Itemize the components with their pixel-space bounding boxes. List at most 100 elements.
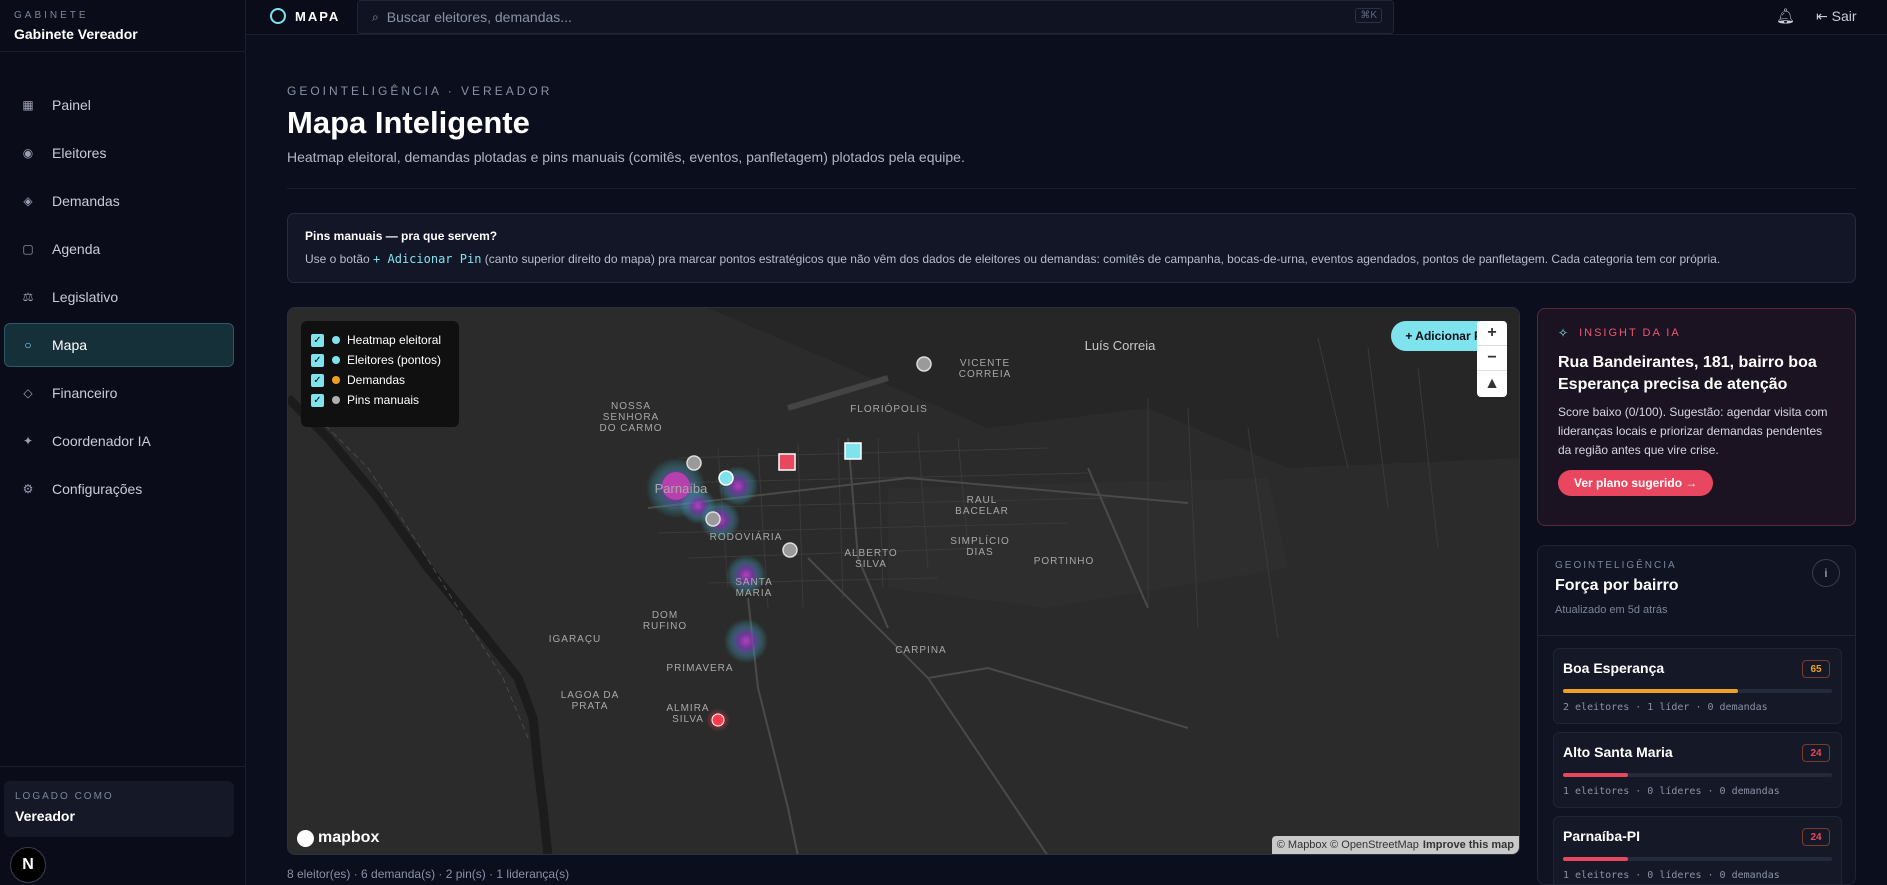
force-header: GEOINTELIGÊNCIA Força por bairro Atualiz…	[1538, 546, 1855, 636]
demand-marker[interactable]	[778, 453, 796, 471]
bell-icon[interactable]: 🔔︎	[1776, 7, 1795, 25]
pin-marker[interactable]	[686, 455, 702, 471]
scale-icon: ⚖	[22, 290, 34, 304]
pin-marker[interactable]	[705, 511, 721, 527]
place-label: NOSSA	[611, 401, 651, 412]
place-label: PORTINHO	[1034, 556, 1095, 567]
force-title: Força por bairro	[1555, 577, 1679, 594]
layer-manual-pins[interactable]: ✓ Pins manuais	[311, 390, 449, 410]
topbar-title-text: MAPA	[295, 8, 341, 24]
place-label: PRATA	[572, 701, 609, 712]
layers-panel: ✓ Heatmap eleitoral ✓ Eleitores (pontos) ✓…	[301, 321, 459, 427]
place-label: BACELAR	[955, 506, 1009, 517]
place-label: RUFINO	[643, 621, 687, 632]
neighborhood-row[interactable]: Parnaíba-PI 24 1 eleitores · 0 líderes ·…	[1553, 816, 1842, 884]
grid-icon: ▦	[22, 98, 34, 112]
sidebar-item-agenda[interactable]: ▢ Agenda	[4, 227, 234, 271]
sidebar-item-label: Configurações	[52, 481, 143, 497]
score-bar-fill	[1563, 773, 1628, 777]
checkbox-icon[interactable]: ✓	[311, 333, 324, 347]
demand-marker[interactable]	[711, 713, 725, 727]
place-label: CARPINA	[895, 645, 946, 656]
layer-label: Demandas	[347, 373, 406, 387]
search-icon: ⌕	[372, 9, 379, 24]
sidebar-item-eleitores[interactable]: ◉ Eleitores	[4, 131, 234, 175]
place-label: SANTA	[735, 577, 773, 588]
mapbox-logo[interactable]: mapbox	[297, 829, 379, 847]
sidebar-item-demandas[interactable]: ◈ Demandas	[4, 179, 234, 223]
mapbox-icon	[297, 829, 314, 847]
logout-button[interactable]: ⇤ Sair	[1816, 8, 1857, 25]
layer-heatmap[interactable]: ✓ Heatmap eleitoral	[311, 330, 449, 350]
force-updated: Atualizado em 5d atrás	[1555, 604, 1668, 616]
sidebar-item-label: Agenda	[52, 241, 101, 257]
place-label: LAGOA DA	[561, 690, 620, 701]
place-label: SIMPLÍCIO	[950, 534, 1010, 547]
place-label: PRIMAVERA	[666, 663, 733, 674]
sidebar-footer: LOGADO COMO Vereador N	[0, 766, 246, 885]
legend-dot	[332, 376, 340, 384]
map[interactable]: Luís Correia VICENTE CORREIA FLORIÓPOLIS…	[287, 307, 1520, 855]
layer-demands[interactable]: ✓ Demandas	[311, 370, 449, 390]
info-icon[interactable]: i	[1812, 559, 1840, 587]
insight-card: ✧ INSIGHT DA IA Rua Bandeirantes, 181, ba…	[1537, 308, 1856, 526]
legend-dot	[332, 356, 340, 364]
demand-marker[interactable]	[844, 442, 862, 460]
force-panel: GEOINTELIGÊNCIA Força por bairro Atualiz…	[1537, 545, 1856, 885]
search-input[interactable]: ⌕ Buscar eleitores, demandas... ⌘K	[357, 0, 1394, 34]
score-bar-fill	[1563, 857, 1628, 861]
place-label: DIAS	[966, 547, 993, 558]
score-badge: 65	[1802, 660, 1830, 678]
info-text: Use o botão	[305, 252, 374, 266]
score-bar	[1563, 689, 1832, 693]
neighborhood-row[interactable]: Boa Esperança 65 2 eleitores · 1 líder ·…	[1553, 648, 1842, 724]
avatar[interactable]: N	[10, 847, 46, 883]
place-label: ALBERTO	[844, 548, 897, 559]
neighborhood-name: Parnaíba-PI	[1563, 828, 1641, 844]
circle-icon	[270, 8, 286, 24]
sidebar-item-coordenador-ia[interactable]: ✦ Coordenador IA	[4, 419, 234, 463]
logged-kicker: LOGADO COMO	[15, 791, 114, 802]
checkbox-icon[interactable]: ✓	[311, 373, 324, 387]
sidebar-nav: ▦ Painel ◉ Eleitores ◈ Demandas ▢ Agenda ⚖ Le…	[4, 83, 234, 515]
info-box: Pins manuais — pra que servem? Use o bot…	[287, 213, 1856, 283]
voter-marker[interactable]	[718, 470, 734, 486]
sidebar-item-label: Legislativo	[52, 289, 119, 305]
view-plan-button[interactable]: Ver plano sugerido →	[1558, 470, 1714, 496]
checkbox-icon[interactable]: ✓	[311, 393, 324, 407]
place-label: MARIA	[736, 588, 773, 599]
sidebar-item-label: Mapa	[52, 337, 88, 353]
map-canvas: Luís Correia VICENTE CORREIA FLORIÓPOLIS…	[288, 308, 1519, 854]
zoom-in-button[interactable]: +	[1477, 321, 1507, 346]
neighborhood-row[interactable]: Alto Santa Maria 24 1 eleitores · 0 líde…	[1553, 732, 1842, 808]
insight-title: Rua Bandeirantes, 181, bairro boa Espera…	[1558, 354, 1817, 393]
neighborhood-name: Alto Santa Maria	[1563, 744, 1673, 760]
sidebar-item-legislativo[interactable]: ⚖ Legislativo	[4, 275, 234, 319]
neighborhood-meta: 1 eleitores · 0 líderes · 0 demandas	[1563, 870, 1780, 881]
mapbox-logo-text: mapbox	[318, 829, 380, 846]
pin-marker[interactable]	[782, 542, 798, 558]
search-placeholder: Buscar eleitores, demandas...	[386, 9, 572, 25]
place-label: FLORIÓPOLIS	[850, 402, 928, 415]
layer-voters[interactable]: ✓ Eleitores (pontos)	[311, 350, 449, 370]
insight-body: Score baixo (0/100). Sugestão: agendar v…	[1558, 405, 1828, 457]
sidebar-item-mapa[interactable]: ○ Mapa	[4, 323, 234, 367]
place-label: IGARAÇU	[549, 634, 602, 645]
place-label: Luís Correia	[1085, 338, 1157, 353]
pin-marker[interactable]	[916, 356, 932, 372]
attribution-text[interactable]: © Mapbox © OpenStreetMap	[1277, 839, 1419, 851]
compass-button[interactable]: ▲	[1477, 371, 1507, 396]
checkbox-icon[interactable]: ✓	[311, 353, 324, 367]
sidebar-item-painel[interactable]: ▦ Painel	[4, 83, 234, 127]
info-text: (canto superior direito do mapa) pra mar…	[481, 252, 1721, 266]
sidebar-item-configuracoes[interactable]: ⚙ Configurações	[4, 467, 234, 511]
page-kicker: GEOINTELIGÊNCIA · VEREADOR	[287, 84, 553, 98]
gear-icon: ⚙	[22, 482, 34, 496]
zoom-out-button[interactable]: −	[1477, 346, 1507, 371]
place-label: RODOVIÁRIA	[710, 530, 783, 543]
diamond-outline-icon: ◇	[23, 386, 33, 400]
main-content: GEOINTELIGÊNCIA · VEREADOR Mapa Intelige…	[287, 84, 1856, 283]
place-label: Parnaíba	[655, 481, 709, 496]
improve-map-link[interactable]: Improve this map	[1423, 839, 1514, 851]
sidebar-item-financeiro[interactable]: ◇ Financeiro	[4, 371, 234, 415]
